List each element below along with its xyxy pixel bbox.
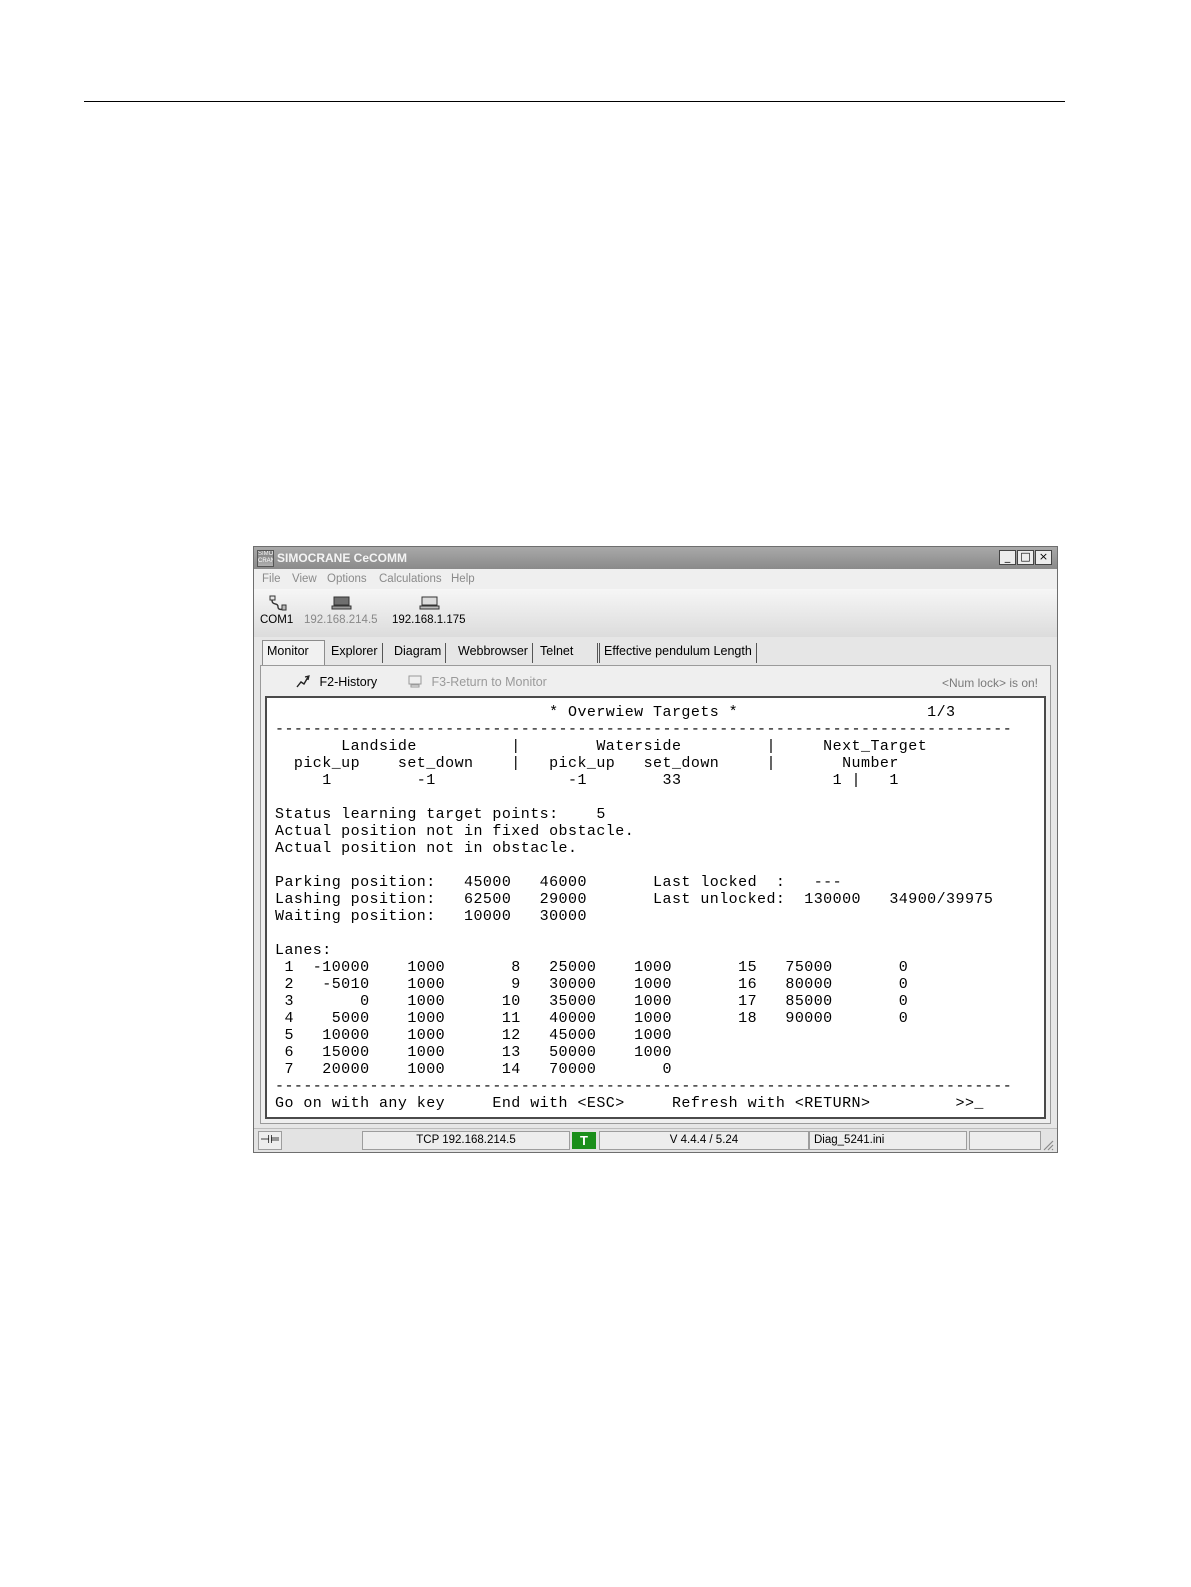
menu-file[interactable]: File <box>262 573 281 585</box>
terminal-line: Go on with any key End with <ESC> Refres… <box>275 1095 984 1112</box>
terminal-line: 3 0 1000 10 35000 1000 17 85000 0 <box>275 993 909 1010</box>
ini-file-text: Diag_5241.ini <box>814 1134 885 1146</box>
monitor-panel: F2-History F3-Return to Monitor <Num loc… <box>260 665 1051 1124</box>
pin-glyph: ⊣⊨ <box>259 1134 281 1146</box>
resize-grip-icon[interactable] <box>1042 1139 1054 1151</box>
tab-webbrowser[interactable]: Webbrowser <box>454 643 533 663</box>
status-ini-file: Diag_5241.ini <box>809 1131 967 1150</box>
connection-text: TCP 192.168.214.5 <box>416 1134 516 1146</box>
monitor-subbar: F2-History F3-Return to Monitor <Num loc… <box>261 666 1050 696</box>
network-computer-icon <box>419 596 440 610</box>
history-arrow-icon <box>296 675 310 688</box>
status-connection: TCP 192.168.214.5 <box>362 1131 570 1150</box>
tab-label: Effective pendulum Length <box>604 644 752 658</box>
terminal-line: 7 20000 1000 14 70000 0 <box>275 1061 672 1078</box>
numlock-indicator: <Num lock> is on! <box>941 676 1038 690</box>
menu-view[interactable]: View <box>292 573 317 585</box>
terminal-line: Landside | Waterside | Next_Target <box>275 738 928 755</box>
terminal-line: Parking position: 45000 46000 Last locke… <box>275 874 843 891</box>
tab-telnet[interactable]: Telnet <box>536 643 598 663</box>
history-label: F2-History <box>319 675 378 689</box>
terminal-line: Actual position not in fixed obstacle. <box>275 823 635 840</box>
network-computer-icon <box>331 596 352 610</box>
serial-cable-icon <box>269 595 287 611</box>
terminal-screen[interactable]: * Overwiew Targets * 1/3 ----------------… <box>265 696 1046 1119</box>
terminal-line: 4 5000 1000 11 40000 1000 18 90000 0 <box>275 1010 909 1027</box>
terminal-line: Status learning target points: 5 <box>275 806 606 823</box>
close-button[interactable]: × <box>1035 550 1052 565</box>
maximize-button[interactable]: □ <box>1017 550 1034 565</box>
terminal-line: Lashing position: 62500 29000 Last unloc… <box>275 891 994 908</box>
terminal-line: ----------------------------------------… <box>275 1078 1013 1095</box>
tab-label: Monitor <box>267 644 309 658</box>
ip1-connection-button[interactable]: 192.168.214.5 <box>304 594 378 626</box>
tab-diagram[interactable]: Diagram <box>390 643 447 663</box>
history-button[interactable]: F2-History <box>295 674 377 689</box>
tab-label: Telnet <box>540 644 574 658</box>
status-empty-cell <box>969 1131 1041 1150</box>
terminal-line: * Overwiew Targets * 1/3 <box>275 704 956 721</box>
minimize-button[interactable]: _ <box>999 550 1016 565</box>
return-to-monitor-button[interactable]: F3-Return to Monitor <box>407 674 547 689</box>
menu-calculations[interactable]: Calculations <box>379 573 442 585</box>
status-version: V 4.4.4 / 5.24 <box>599 1131 809 1150</box>
window-title: SIMOCRANE CeCOMM <box>277 551 408 565</box>
status-mode-badge: T <box>572 1132 596 1149</box>
terminal-line: Actual position not in obstacle. <box>275 840 578 857</box>
tab-explorer[interactable]: Explorer <box>327 643 383 663</box>
title-bar[interactable]: SIMO CRANE SIMOCRANE CeCOMM _ □ × <box>254 547 1057 569</box>
cecomm-window: SIMO CRANE SIMOCRANE CeCOMM _ □ × File V… <box>253 546 1058 1153</box>
tab-effective-pendulum-length[interactable]: Effective pendulum Length <box>599 643 757 663</box>
terminal-line: 6 15000 1000 13 50000 1000 <box>275 1044 672 1061</box>
tab-label: Webbrowser <box>458 644 528 658</box>
terminal-line: ----------------------------------------… <box>275 721 1013 738</box>
menu-options[interactable]: Options <box>327 573 367 585</box>
terminal-line: 5 10000 1000 12 45000 1000 <box>275 1027 672 1044</box>
tab-strip: Monitor Explorer Diagram Webbrowser Teln… <box>254 637 1057 665</box>
ip2-connection-button[interactable]: 192.168.1.175 <box>392 594 466 626</box>
page-top-rule <box>84 101 1065 102</box>
menu-help[interactable]: Help <box>451 573 475 585</box>
connection-toolbar: COM1 192.168.214.5 192.168.1.175 <box>254 589 1057 638</box>
ip2-label: 192.168.1.175 <box>392 614 466 626</box>
status-bar: ⊣⊨ TCP 192.168.214.5 T V 4.4.4 / 5.24 Di… <box>254 1128 1057 1152</box>
ip1-label: 192.168.214.5 <box>304 614 378 626</box>
terminal-line: 1 -10000 1000 8 25000 1000 15 75000 0 <box>275 959 909 976</box>
com1-label: COM1 <box>260 614 294 626</box>
terminal-line: 1 -1 -1 33 1 | 1 <box>275 772 899 789</box>
monitor-icon <box>408 675 422 688</box>
version-text: V 4.4.4 / 5.24 <box>669 1134 739 1146</box>
terminal-line: pick_up set_down | pick_up set_down | Nu… <box>275 755 899 772</box>
return-label: F3-Return to Monitor <box>431 675 547 689</box>
tab-monitor[interactable]: Monitor <box>262 640 325 665</box>
terminal-line: Waiting position: 10000 30000 <box>275 908 587 925</box>
tab-label: Explorer <box>331 644 378 658</box>
app-logo-icon: SIMO CRANE <box>257 550 274 567</box>
terminal-line: 2 -5010 1000 9 30000 1000 16 80000 0 <box>275 976 909 993</box>
menu-bar: File View Options Calculations Help <box>254 569 1057 589</box>
tab-label: Diagram <box>394 644 442 658</box>
terminal-line: Lanes: <box>275 942 332 959</box>
com1-button[interactable]: COM1 <box>260 594 293 626</box>
pin-icon[interactable]: ⊣⊨ <box>258 1131 282 1150</box>
